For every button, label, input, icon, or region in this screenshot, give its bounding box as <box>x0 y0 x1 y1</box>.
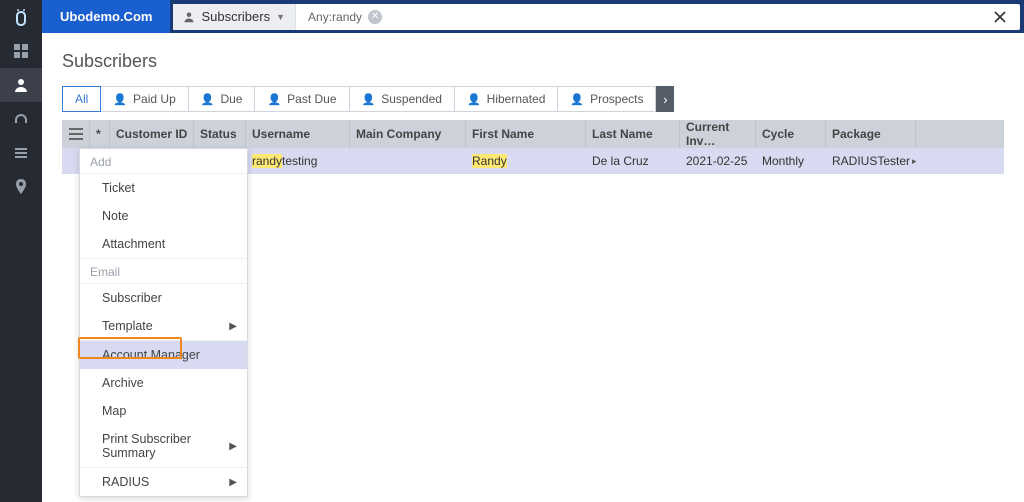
filter-tabs: All 👤Paid Up 👤Due 👤Past Due 👤Suspended 👤… <box>62 86 1004 112</box>
col-cycle[interactable]: Cycle <box>756 120 826 148</box>
person-icon <box>13 77 29 93</box>
filter-suspended[interactable]: 👤Suspended <box>350 86 455 112</box>
brand-icon <box>0 4 42 34</box>
cell-current-inv: 2021-02-25 <box>680 148 756 174</box>
person-icon: 👤 <box>113 93 127 106</box>
cell-cycle: Monthly <box>756 148 826 174</box>
rail-dashboard[interactable] <box>0 34 42 68</box>
col-current-inv[interactable]: Current Inv… <box>680 120 756 148</box>
col-last-name[interactable]: Last Name <box>586 120 680 148</box>
chevron-right-icon: › <box>663 92 667 107</box>
filter-pastdue[interactable]: 👤Past Due <box>255 86 349 112</box>
hamburger-icon <box>69 128 83 140</box>
menu-section-add: Add <box>80 149 247 174</box>
cell-last-name: De la Cruz <box>586 148 680 174</box>
filter-due[interactable]: 👤Due <box>189 86 256 112</box>
menu-radius[interactable]: RADIUS▶ <box>80 468 247 496</box>
cell-username: randytesting <box>246 148 350 174</box>
topbar: Ubodemo.Com Subscribers ▼ Any:randy ✕ <box>0 0 1024 33</box>
col-customer-id[interactable]: Customer ID <box>110 120 194 148</box>
tab-close-button[interactable] <box>980 4 1020 30</box>
filter-all[interactable]: All <box>62 86 101 112</box>
chevron-right-icon: ▸ <box>912 156 916 167</box>
menu-archive[interactable]: Archive <box>80 369 247 397</box>
breadcrumb-subscribers[interactable]: Subscribers ▼ <box>173 4 296 30</box>
cell-first-name: Randy <box>466 148 586 174</box>
chevron-down-icon[interactable]: ▼ <box>276 12 285 22</box>
filter-paidup[interactable]: 👤Paid Up <box>101 86 188 112</box>
table-header: * Customer ID Status Username Main Compa… <box>62 120 1004 148</box>
pin-icon <box>14 179 28 195</box>
tabstrip: Subscribers ▼ Any:randy ✕ <box>173 4 1020 30</box>
person-icon: 👤 <box>267 93 281 106</box>
menu-subscriber[interactable]: Subscriber <box>80 284 247 312</box>
person-icon <box>183 11 195 23</box>
person-icon: 👤 <box>467 93 481 106</box>
col-menu[interactable] <box>62 120 90 148</box>
breadcrumb-label: Subscribers <box>201 9 270 24</box>
col-status[interactable]: Status <box>194 120 246 148</box>
dashboard-icon <box>13 43 29 59</box>
cell-package: RADIUSTester▸ <box>826 148 916 174</box>
filter-prospects[interactable]: 👤Prospects <box>558 86 656 112</box>
menu-ticket[interactable]: Ticket <box>80 174 247 202</box>
filter-chip-label: Any:randy <box>308 10 362 24</box>
col-star[interactable]: * <box>90 120 110 148</box>
menu-section-email: Email <box>80 258 247 284</box>
page-title: Subscribers <box>62 51 1004 72</box>
list-icon <box>13 145 29 161</box>
person-icon: 👤 <box>201 93 215 106</box>
rail-subscribers[interactable] <box>0 68 42 102</box>
chip-close-icon[interactable]: ✕ <box>368 10 382 24</box>
brand-name[interactable]: Ubodemo.Com <box>42 0 170 33</box>
filter-hibernated[interactable]: 👤Hibernated <box>455 86 558 112</box>
chevron-right-icon: ▶ <box>229 477 237 488</box>
chevron-right-icon: ▶ <box>229 441 237 452</box>
filter-scroll-right[interactable]: › <box>656 86 674 112</box>
chevron-right-icon: ▶ <box>229 321 237 332</box>
col-username[interactable]: Username <box>246 120 350 148</box>
rail-location[interactable] <box>0 170 42 204</box>
menu-template[interactable]: Template▶ <box>80 312 247 340</box>
col-package[interactable]: Package <box>826 120 916 148</box>
close-icon <box>994 11 1006 23</box>
menu-print-summary[interactable]: Print Subscriber Summary▶ <box>80 425 247 467</box>
context-menu: Add Ticket Note Attachment Email Subscri… <box>79 148 248 497</box>
menu-account-manager[interactable]: Account Manager <box>80 341 247 369</box>
headset-icon <box>13 111 29 127</box>
rail-support[interactable] <box>0 102 42 136</box>
col-first-name[interactable]: First Name <box>466 120 586 148</box>
left-rail <box>0 0 42 502</box>
rail-list[interactable] <box>0 136 42 170</box>
menu-map[interactable]: Map <box>80 397 247 425</box>
menu-note[interactable]: Note <box>80 202 247 230</box>
col-main-company[interactable]: Main Company <box>350 120 466 148</box>
person-icon: 👤 <box>570 93 584 106</box>
person-icon: 👤 <box>362 93 376 106</box>
menu-attachment[interactable]: Attachment <box>80 230 247 258</box>
